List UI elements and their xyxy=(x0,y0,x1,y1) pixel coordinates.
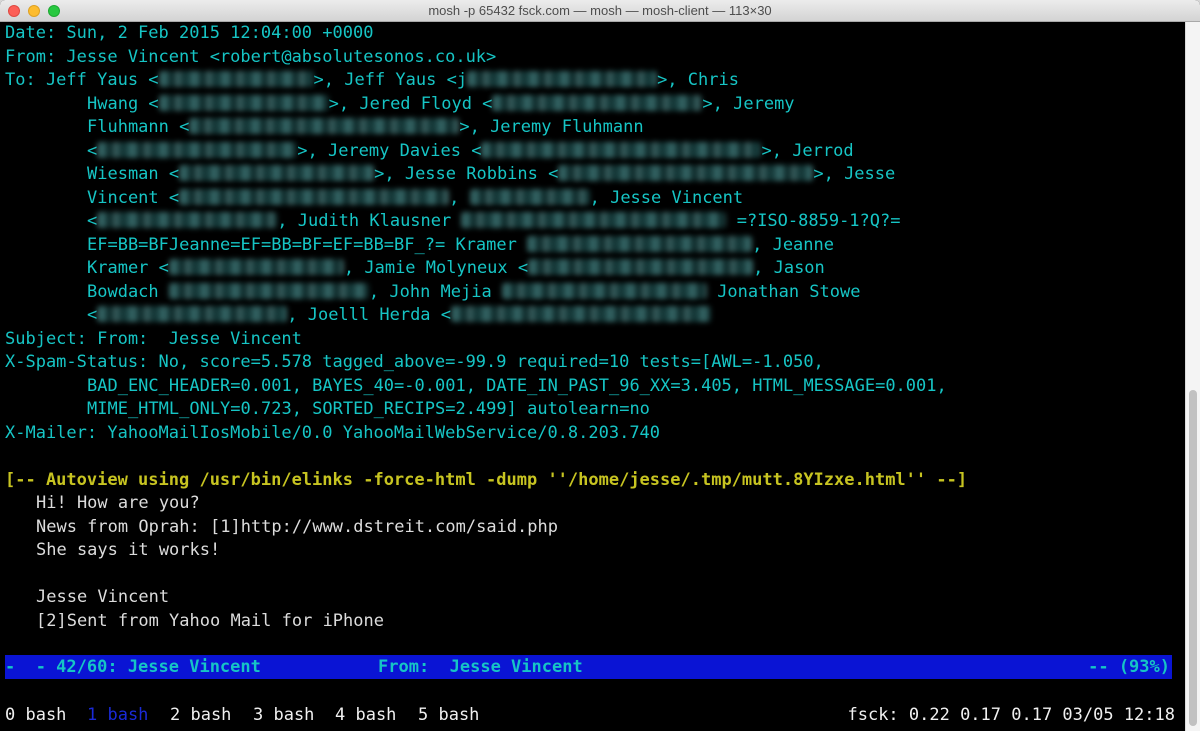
header-to-text: =?ISO-8859-1?Q?= xyxy=(726,211,901,231)
header-to-line: To: Jeff Yaus < >, Jeff Yaus <j >, Chris xyxy=(5,69,739,93)
body-line: Hi! How are you? xyxy=(36,493,200,513)
header-to-line: Hwang < >, Jered Floyd < >, Jeremy xyxy=(87,93,795,117)
tmux-status-line: 0 bash 1 bash 2 bash 3 bash 4 bash 5 bas… xyxy=(5,704,1175,728)
body-line: Jesse Vincent xyxy=(36,587,170,607)
redacted-email xyxy=(492,94,703,111)
header-to-text: EF=BB=BFJeanne=EF=BB=BF=EF=BB=BF_?= Kram… xyxy=(87,234,528,255)
redacted-email xyxy=(168,282,369,299)
header-spam-status-1: X-Spam-Status: No, score=5.578 tagged_ab… xyxy=(5,352,824,372)
header-to-text: Hwang < xyxy=(87,93,159,114)
header-spam-status-2: BAD_ENC_HEADER=0.001, BAYES_40=-0.001, D… xyxy=(87,375,947,396)
header-to-text: , Jason xyxy=(753,258,825,278)
redacted-email xyxy=(158,94,329,111)
header-to-text: >, Jeff Yaus <j xyxy=(313,70,468,90)
window-title: mosh -p 65432 fsck.com — mosh — mosh-cli… xyxy=(428,3,772,18)
redacted-email xyxy=(179,165,375,181)
header-to-text: < xyxy=(87,140,98,161)
body-line: News from Oprah: [1]http://www.dstreit.c… xyxy=(36,516,558,537)
header-to-text: , Jeanne xyxy=(752,234,834,255)
mutt-status-bar: - - 42/60: Jesse Vincent From: Jesse Vin… xyxy=(5,655,1172,679)
tmux-status-right: fsck: 0.22 0.17 0.17 03/05 12:18 xyxy=(847,705,1175,725)
body-line: [2]Sent from Yahoo Mail for iPhone xyxy=(36,610,384,631)
header-to-line: Wiesman < >, Jesse Robbins < >, Jesse xyxy=(87,163,895,187)
redacted-email xyxy=(189,118,460,134)
header-to-text: Vincent < xyxy=(87,187,180,208)
header-to-text: >, Jered Floyd < xyxy=(328,93,493,114)
header-to-text: < xyxy=(87,211,98,231)
header-to-line: Vincent <, , Jesse Vincent xyxy=(87,187,743,211)
redacted-email xyxy=(451,306,712,322)
terminal-content[interactable]: Date: Sun, 2 Feb 2015 12:04:00 +0000 Fro… xyxy=(0,22,1185,731)
redacted-email xyxy=(467,71,658,87)
header-to-text: >, Jeremy Davies < xyxy=(297,140,482,161)
tmux-window-1[interactable]: 1 bash xyxy=(87,704,148,728)
header-date: Date: Sun, 2 Feb 2015 12:04:00 +0000 xyxy=(5,23,374,43)
redacted-email xyxy=(469,188,590,205)
autoview-notice: [-- Autoview using /usr/bin/elinks -forc… xyxy=(5,469,968,490)
header-to-text: >, Jesse Robbins < xyxy=(374,164,559,184)
header-to-text: >, Chris xyxy=(657,70,739,90)
redacted-email xyxy=(179,188,450,205)
header-to-text: To: Jeff Yaus < xyxy=(5,70,159,90)
header-to-text: >, Jeremy Fluhmann xyxy=(459,117,644,137)
scrollbar[interactable] xyxy=(1185,22,1200,731)
header-to-line: EF=BB=BFJeanne=EF=BB=BF=EF=BB=BF_?= Kram… xyxy=(87,234,834,258)
header-to-text: < xyxy=(87,305,98,325)
header-to-line: Fluhmann < >, Jeremy Fluhmann xyxy=(87,116,644,140)
tmux-window-3[interactable]: 3 bash xyxy=(253,704,314,728)
header-mailer: X-Mailer: YahooMailIosMobile/0.0 YahooMa… xyxy=(5,422,661,443)
redacted-email xyxy=(558,165,814,181)
tmux-window-0[interactable]: 0 bash xyxy=(5,704,66,728)
redacted-email xyxy=(461,212,727,228)
status-from: From: Jesse Vincent xyxy=(378,657,583,677)
header-to-text: Bowdach xyxy=(87,281,169,302)
tmux-window-2[interactable]: 2 bash xyxy=(170,704,231,728)
header-to-text: , John Mejia xyxy=(368,281,502,302)
terminal-window: mosh -p 65432 fsck.com — mosh — mosh-cli… xyxy=(0,0,1200,731)
tmux-window-5[interactable]: 5 bash xyxy=(418,704,479,728)
redacted-email xyxy=(97,141,298,158)
tmux-window-4[interactable]: 4 bash xyxy=(335,704,396,728)
header-subject: Subject: From: Jesse Vincent xyxy=(5,328,302,349)
title-bar[interactable]: mosh -p 65432 fsck.com — mosh — mosh-cli… xyxy=(0,0,1200,22)
header-to-line: < , Judith Klausner =?ISO-8859-1?Q?= xyxy=(87,210,900,234)
header-to-text: >, Jesse xyxy=(813,164,896,184)
header-to-text: >, Jerrod xyxy=(761,140,854,161)
redacted-email xyxy=(501,282,707,299)
header-to-text: >, Jeremy xyxy=(702,93,795,114)
header-from: From: Jesse Vincent <robert@absolutesono… xyxy=(5,46,497,67)
header-to-text: Jonathan Stowe xyxy=(706,281,861,302)
header-to-text: Wiesman < xyxy=(87,164,180,184)
header-to-line: < >, Jeremy Davies < >, Jerrod xyxy=(87,140,854,164)
header-to-line: < , Joelll Herda < xyxy=(87,304,712,328)
status-position: - - 42/60: Jesse Vincent xyxy=(5,657,261,677)
header-to-text: , Jamie Molyneux < xyxy=(343,258,529,278)
redacted-email xyxy=(97,212,278,228)
header-to-line: Bowdach , John Mejia Jonathan Stowe xyxy=(87,281,860,305)
header-spam-status-3: MIME_HTML_ONLY=0.723, SORTED_RECIPS=2.49… xyxy=(87,399,650,419)
redacted-email xyxy=(528,259,754,275)
redacted-email xyxy=(158,71,314,87)
header-to-text: , Jesse Vincent xyxy=(589,187,744,208)
redacted-email xyxy=(97,306,288,322)
redacted-email xyxy=(481,141,762,158)
redacted-email xyxy=(168,259,344,275)
status-percent: -- (93%) xyxy=(1088,657,1170,677)
header-to-text: Fluhmann < xyxy=(87,117,190,137)
header-to-text: Kramer < xyxy=(87,258,169,278)
header-to-text: , xyxy=(449,187,470,208)
scrollbar-thumb[interactable] xyxy=(1189,390,1197,726)
body-line: She says it works! xyxy=(36,540,221,560)
redacted-email xyxy=(527,235,753,252)
header-to-text: , Joelll Herda < xyxy=(287,305,452,325)
header-to-line: Kramer < , Jamie Molyneux < , Jason xyxy=(87,257,825,281)
header-to-text: , Judith Klausner xyxy=(277,211,462,231)
